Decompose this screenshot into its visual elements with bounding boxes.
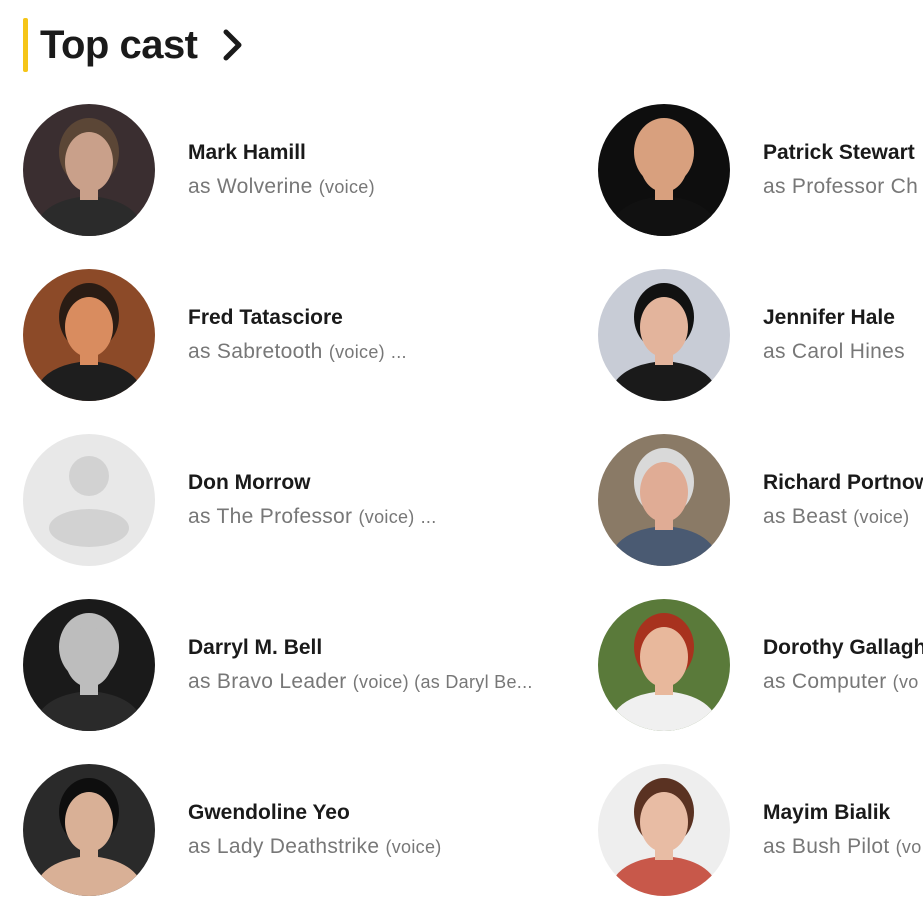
character-name-link[interactable]: Wolverine bbox=[217, 175, 313, 198]
cast-item: Richard Portnow as Beast (voice) bbox=[598, 434, 923, 566]
actor-name-link[interactable]: Dorothy Gallagh bbox=[763, 635, 923, 661]
more-roles-ellipsis[interactable]: ... bbox=[421, 507, 437, 527]
character-line: as Computer (vo bbox=[763, 669, 923, 695]
cast-info: Don Morrow as The Professor (voice)... bbox=[188, 470, 437, 530]
role-note: (voice) bbox=[318, 177, 375, 197]
avatar[interactable] bbox=[598, 599, 730, 731]
actor-name-link[interactable]: Fred Tatasciore bbox=[188, 305, 407, 331]
cast-item: Fred Tatasciore as Sabretooth (voice)... bbox=[23, 269, 598, 401]
avatar-placeholder[interactable] bbox=[23, 434, 155, 566]
as-label: as bbox=[188, 670, 211, 693]
avatar[interactable] bbox=[23, 269, 155, 401]
portrait-photo bbox=[23, 599, 155, 731]
character-name-link[interactable]: Sabretooth bbox=[217, 340, 323, 363]
cast-item: Patrick Stewart as Professor Ch bbox=[598, 104, 923, 236]
role-note: (voice) bbox=[328, 342, 385, 362]
role-note: (voice) bbox=[853, 507, 910, 527]
chevron-right-icon[interactable] bbox=[220, 27, 246, 63]
portrait-photo bbox=[23, 269, 155, 401]
cast-item: Dorothy Gallagh as Computer (vo bbox=[598, 599, 923, 731]
actor-name-link[interactable]: Patrick Stewart bbox=[763, 140, 918, 166]
character-name-link[interactable]: Professor Ch bbox=[792, 175, 918, 198]
portrait-photo bbox=[598, 434, 730, 566]
role-note: (voice) bbox=[385, 837, 442, 857]
character-name-link[interactable]: Beast bbox=[792, 505, 847, 528]
actor-name-link[interactable]: Don Morrow bbox=[188, 470, 437, 496]
character-line: as Lady Deathstrike (voice) bbox=[188, 834, 442, 860]
portrait-photo bbox=[23, 764, 155, 896]
more-roles-ellipsis[interactable]: ... bbox=[391, 342, 407, 362]
character-name-link[interactable]: Computer bbox=[792, 670, 887, 693]
cast-info: Darryl M. Bell as Bravo Leader (voice) (a… bbox=[188, 635, 533, 695]
role-note: (voice) (as Daryl Be... bbox=[352, 672, 533, 692]
actor-name-link[interactable]: Mayim Bialik bbox=[763, 800, 922, 826]
avatar[interactable] bbox=[598, 764, 730, 896]
header-accent-bar bbox=[23, 18, 28, 72]
character-line: as Bush Pilot (vo bbox=[763, 834, 922, 860]
actor-name-link[interactable]: Richard Portnow bbox=[763, 470, 923, 496]
character-line: as The Professor (voice)... bbox=[188, 504, 437, 530]
avatar[interactable] bbox=[23, 764, 155, 896]
portrait-photo bbox=[598, 599, 730, 731]
section-title[interactable]: Top cast bbox=[40, 23, 198, 68]
character-name-link[interactable]: Bush Pilot bbox=[792, 835, 890, 858]
as-label: as bbox=[763, 175, 786, 198]
as-label: as bbox=[188, 835, 211, 858]
as-label: as bbox=[763, 835, 786, 858]
character-line: as Professor Ch bbox=[763, 174, 918, 200]
character-line: as Carol Hines bbox=[763, 339, 905, 365]
cast-info: Gwendoline Yeo as Lady Deathstrike (voice… bbox=[188, 800, 442, 860]
character-name-link[interactable]: Lady Deathstrike bbox=[217, 835, 379, 858]
avatar[interactable] bbox=[598, 269, 730, 401]
cast-info: Fred Tatasciore as Sabretooth (voice)... bbox=[188, 305, 407, 365]
portrait-photo bbox=[598, 764, 730, 896]
cast-info: Richard Portnow as Beast (voice) bbox=[763, 470, 923, 530]
section-header: Top cast bbox=[23, 18, 246, 72]
cast-item: Darryl M. Bell as Bravo Leader (voice) (a… bbox=[23, 599, 598, 731]
avatar[interactable] bbox=[598, 434, 730, 566]
cast-info: Dorothy Gallagh as Computer (vo bbox=[763, 635, 923, 695]
top-cast-section: Top cast Mark Hamill as Wolverine (voice)… bbox=[0, 0, 923, 922]
cast-item: Don Morrow as The Professor (voice)... bbox=[23, 434, 598, 566]
character-name-link[interactable]: Bravo Leader bbox=[217, 670, 347, 693]
portrait-photo bbox=[23, 104, 155, 236]
cast-item: Jennifer Hale as Carol Hines bbox=[598, 269, 923, 401]
cast-item: Mayim Bialik as Bush Pilot (vo bbox=[598, 764, 923, 896]
cast-info: Mayim Bialik as Bush Pilot (vo bbox=[763, 800, 922, 860]
portrait-photo bbox=[598, 269, 730, 401]
actor-name-link[interactable]: Darryl M. Bell bbox=[188, 635, 533, 661]
character-line: as Bravo Leader (voice) (as Daryl Be... bbox=[188, 669, 533, 695]
role-note: (vo bbox=[895, 837, 922, 857]
character-name-link[interactable]: Carol Hines bbox=[792, 340, 905, 363]
as-label: as bbox=[763, 505, 786, 528]
character-line: as Beast (voice) bbox=[763, 504, 923, 530]
actor-name-link[interactable]: Gwendoline Yeo bbox=[188, 800, 442, 826]
avatar[interactable] bbox=[23, 104, 155, 236]
as-label: as bbox=[763, 340, 786, 363]
avatar[interactable] bbox=[23, 599, 155, 731]
actor-name-link[interactable]: Mark Hamill bbox=[188, 140, 375, 166]
as-label: as bbox=[763, 670, 786, 693]
as-label: as bbox=[188, 505, 211, 528]
role-note: (voice) bbox=[358, 507, 415, 527]
character-name-link[interactable]: The Professor bbox=[217, 505, 353, 528]
character-line: as Sabretooth (voice)... bbox=[188, 339, 407, 365]
cast-info: Jennifer Hale as Carol Hines bbox=[763, 305, 905, 365]
cast-item: Mark Hamill as Wolverine (voice) bbox=[23, 104, 598, 236]
cast-item: Gwendoline Yeo as Lady Deathstrike (voice… bbox=[23, 764, 598, 896]
as-label: as bbox=[188, 175, 211, 198]
cast-info: Patrick Stewart as Professor Ch bbox=[763, 140, 918, 200]
person-placeholder-icon bbox=[23, 434, 155, 566]
actor-name-link[interactable]: Jennifer Hale bbox=[763, 305, 905, 331]
portrait-photo bbox=[598, 104, 730, 236]
as-label: as bbox=[188, 340, 211, 363]
cast-info: Mark Hamill as Wolverine (voice) bbox=[188, 140, 375, 200]
character-line: as Wolverine (voice) bbox=[188, 174, 375, 200]
role-note: (vo bbox=[892, 672, 919, 692]
avatar[interactable] bbox=[598, 104, 730, 236]
